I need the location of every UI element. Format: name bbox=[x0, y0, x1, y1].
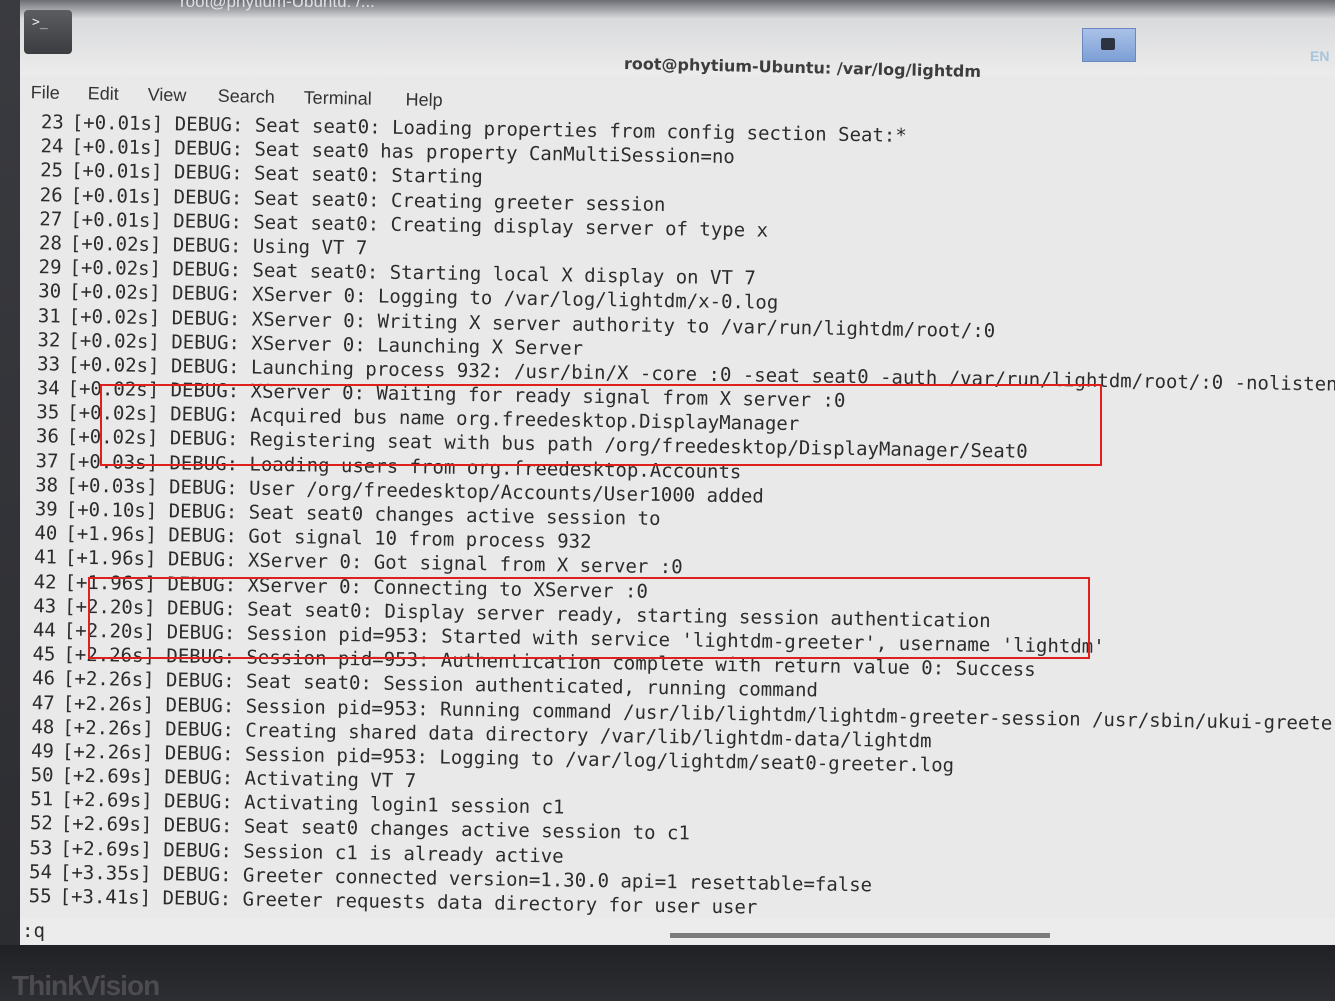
photo-frame: root@phytium-Ubuntu: /... >_ root@phytiu… bbox=[0, 0, 1335, 1001]
line-number: 44 bbox=[32, 619, 57, 642]
window-icon bbox=[1101, 38, 1115, 50]
line-number: 49 bbox=[30, 740, 55, 763]
line-number: 47 bbox=[31, 691, 55, 714]
line-number: 38 bbox=[35, 473, 59, 497]
menu-view[interactable]: View bbox=[147, 84, 187, 106]
line-number: 33 bbox=[36, 353, 61, 376]
line-number: 55 bbox=[28, 885, 52, 908]
taskbar-window-label[interactable]: root@phytium-Ubuntu: /... bbox=[180, 0, 375, 12]
monitor-brand-logo: ThinkVision bbox=[12, 970, 160, 1001]
window-title: root@phytium-Ubuntu: /var/log/lightdm bbox=[623, 53, 982, 82]
line-number: 39 bbox=[34, 498, 58, 521]
monitor-screen: root@phytium-Ubuntu: /... >_ root@phytiu… bbox=[20, 0, 1335, 945]
line-number: 48 bbox=[31, 715, 55, 739]
line-number: 27 bbox=[39, 207, 63, 231]
line-number: 36 bbox=[35, 425, 60, 448]
menu-search[interactable]: Search bbox=[217, 86, 275, 108]
line-number: 28 bbox=[38, 232, 63, 255]
line-number: 26 bbox=[39, 183, 63, 207]
menu-edit[interactable]: Edit bbox=[88, 83, 119, 105]
line-number: 45 bbox=[32, 643, 56, 666]
highlight-box-2 bbox=[88, 577, 1090, 659]
highlight-box-1 bbox=[100, 384, 1102, 466]
line-number: 30 bbox=[38, 280, 62, 303]
line-number: 35 bbox=[36, 401, 60, 424]
menu-help[interactable]: Help bbox=[405, 89, 442, 111]
line-number: 34 bbox=[36, 377, 60, 400]
line-number: 23 bbox=[40, 111, 64, 134]
terminal-log-output[interactable]: 23 [+0.01s] DEBUG: Seat seat0: Loading pr… bbox=[20, 110, 1335, 929]
line-number: 42 bbox=[33, 570, 57, 594]
window-titlebar: root@phytium-Ubuntu: /... >_ root@phytiu… bbox=[20, 0, 1335, 81]
monitor-bezel bbox=[0, 945, 1335, 1001]
line-number: 24 bbox=[40, 135, 64, 158]
line-number: 43 bbox=[33, 594, 57, 618]
terminal-icon[interactable]: >_ bbox=[24, 10, 72, 54]
line-number: 52 bbox=[29, 812, 53, 835]
show-desktop-button[interactable] bbox=[1082, 28, 1136, 62]
menu-file[interactable]: File bbox=[31, 82, 60, 104]
line-number: 31 bbox=[37, 304, 61, 328]
line-number: 51 bbox=[30, 788, 54, 811]
scrollbar[interactable] bbox=[670, 933, 1050, 938]
line-number: 37 bbox=[35, 449, 59, 473]
line-number: 54 bbox=[28, 860, 53, 884]
line-number: 50 bbox=[30, 764, 54, 787]
line-number: 40 bbox=[34, 522, 58, 545]
line-number: 25 bbox=[39, 159, 64, 182]
keyboard-layout-indicator[interactable]: EN bbox=[1310, 48, 1329, 64]
line-number: 41 bbox=[33, 546, 58, 569]
log-text: [+0.02s] DEBUG: Using VT 7 bbox=[69, 232, 368, 260]
command-line[interactable]: :q bbox=[20, 918, 1335, 944]
line-number: 32 bbox=[37, 328, 61, 352]
line-number: 29 bbox=[38, 256, 62, 279]
line-number: 46 bbox=[32, 667, 56, 690]
line-number: 53 bbox=[29, 836, 53, 860]
command-text: :q bbox=[22, 920, 45, 942]
menu-terminal[interactable]: Terminal bbox=[303, 87, 371, 109]
terminal-glyph: >_ bbox=[32, 15, 48, 30]
